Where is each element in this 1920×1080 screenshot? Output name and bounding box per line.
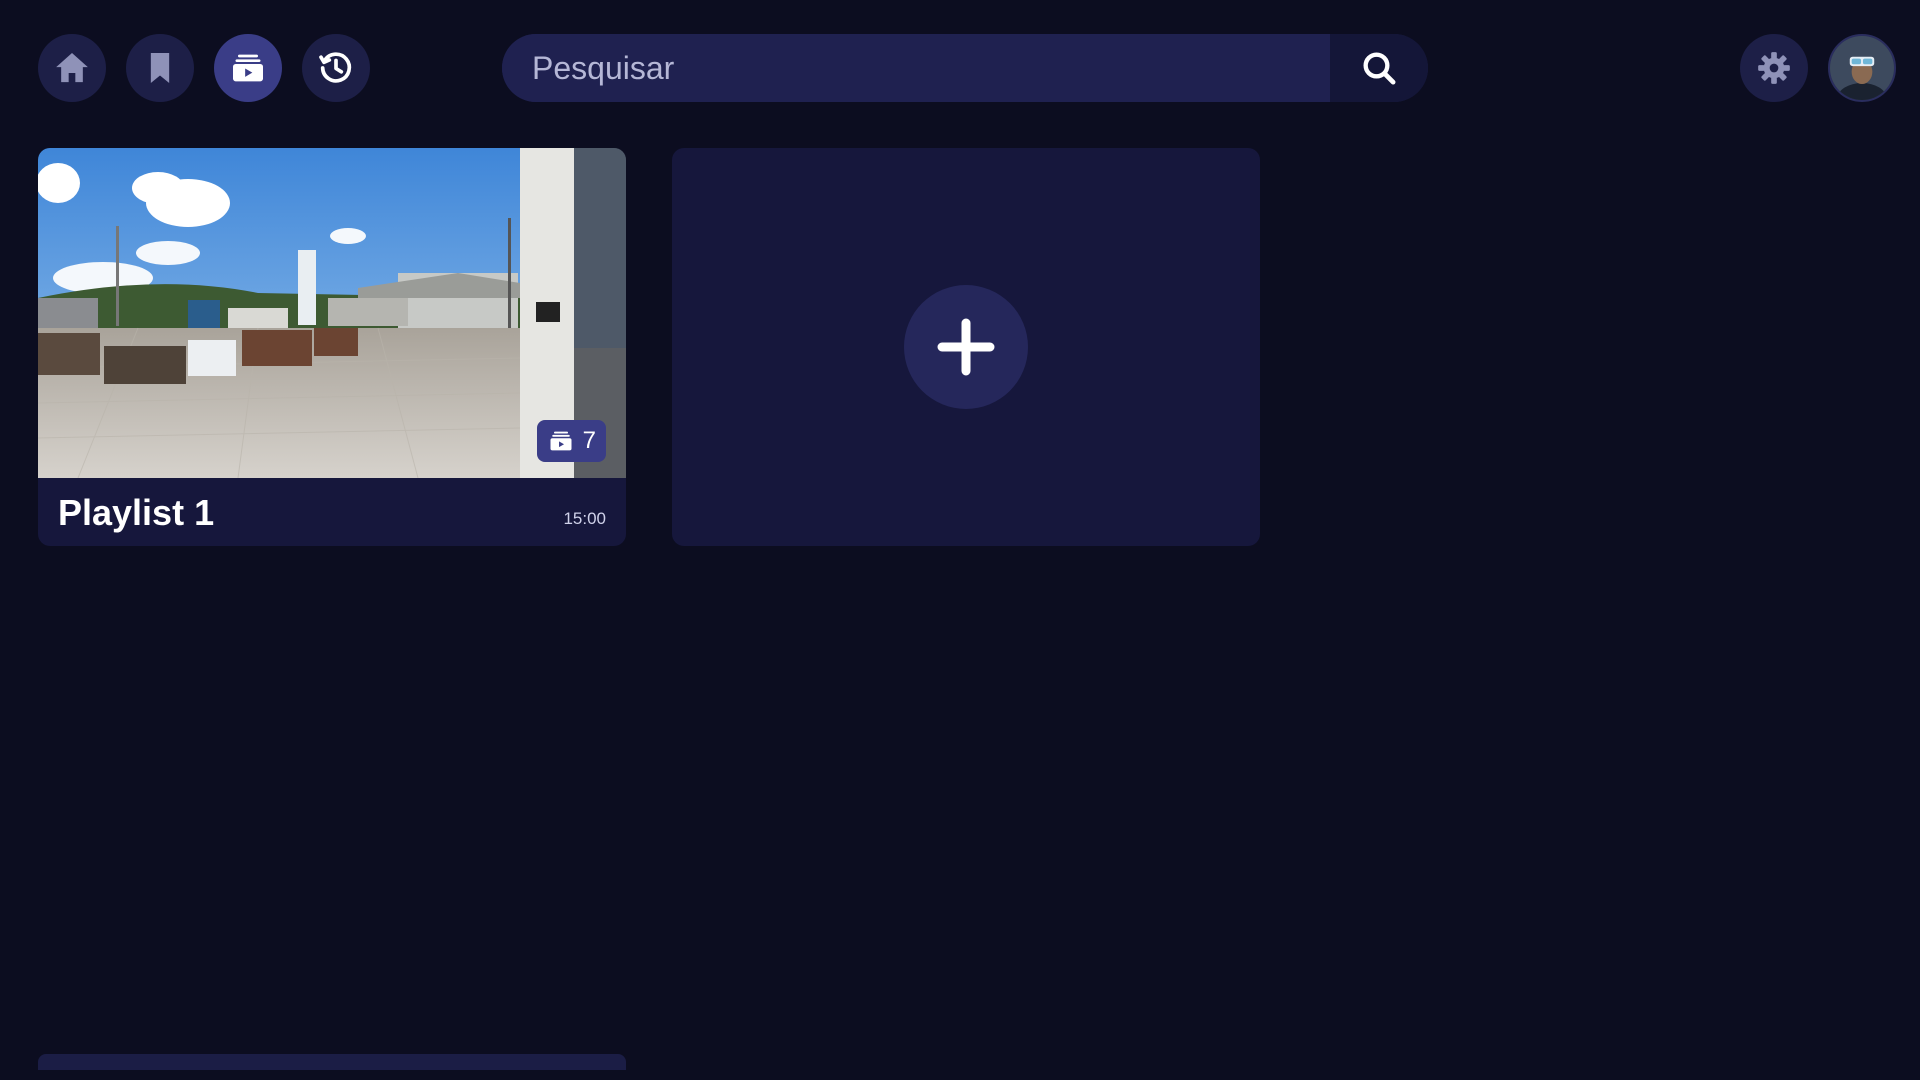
- history-icon: [319, 52, 352, 83]
- playlist-card[interactable]: 7 Playlist 1 15:00: [38, 148, 626, 546]
- bookmarks-button[interactable]: [126, 34, 194, 102]
- bottom-scroll-indicator[interactable]: [38, 1054, 626, 1070]
- home-button[interactable]: [38, 34, 106, 102]
- playlists-button[interactable]: [214, 34, 282, 102]
- bookmark-icon: [150, 53, 170, 83]
- add-playlist-button[interactable]: [904, 285, 1028, 409]
- search-button[interactable]: [1330, 34, 1428, 102]
- playlist-count-badge: 7: [536, 420, 606, 462]
- home-icon: [56, 53, 88, 83]
- plus-icon: [937, 318, 995, 376]
- playlist-icon: [550, 431, 572, 451]
- search-bar: [502, 34, 1428, 102]
- history-button[interactable]: [302, 34, 370, 102]
- avatar-image: [1830, 36, 1894, 100]
- search-icon: [1363, 52, 1396, 85]
- search-input[interactable]: [502, 34, 1330, 102]
- gear-icon: [1758, 52, 1790, 84]
- add-playlist-card[interactable]: [672, 148, 1260, 546]
- settings-button[interactable]: [1740, 34, 1808, 102]
- playlist-title: Playlist 1: [58, 492, 215, 533]
- playlist-duration: 15:00: [563, 509, 606, 528]
- user-avatar[interactable]: [1828, 34, 1896, 102]
- app-root: 7 Playlist 1 15:00: [0, 0, 1920, 1080]
- playlist-icon: [233, 54, 263, 82]
- playlist-count: 7: [582, 427, 596, 454]
